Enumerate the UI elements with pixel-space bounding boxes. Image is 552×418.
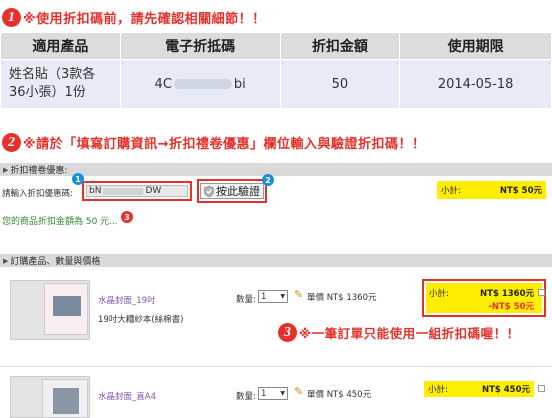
step1-notice: 1 ※使用折扣碼前，請先確認相關細節！！ xyxy=(2,8,266,27)
code-redacted xyxy=(173,79,232,89)
order-section-title: 訂購產品、數量與價格 xyxy=(10,257,101,267)
discount-section-header: ▶ 折扣禮卷優惠: xyxy=(0,163,552,176)
qty-value: 1 xyxy=(261,291,267,302)
qty-label: 數量: xyxy=(236,392,256,402)
chevron-down-icon: ▼ xyxy=(280,390,285,397)
product-subtotal: 小計: NT$ 450元 xyxy=(424,381,534,397)
product-line1: 姓名貼（3款各 xyxy=(9,67,96,82)
marker-3: 3 xyxy=(121,211,133,223)
discount-section-title: 折扣禮卷優惠: xyxy=(10,166,68,176)
pencil-icon[interactable]: ✎ xyxy=(294,288,303,301)
col-header-expiry: 使用期限 xyxy=(399,32,552,60)
verify-button-label: 按此驗證 xyxy=(216,185,260,198)
discount-subtotal-label: 小計: xyxy=(441,186,461,196)
qty-select[interactable]: 1 ▼ xyxy=(258,290,288,303)
col-header-code: 電子折抵碼 xyxy=(119,32,281,60)
coupon-table-header: 適用產品 電子折抵碼 折扣金額 使用期限 xyxy=(0,32,552,60)
product-line2: 36小張）1份 xyxy=(9,85,86,100)
marker-2: 2 xyxy=(262,174,274,186)
verify-button-frame: 按此驗證 xyxy=(197,179,267,203)
subtotal-value: NT$ 450元 xyxy=(481,385,530,395)
discount-result-text: 您的商品折扣金額為 50 元... xyxy=(2,217,118,227)
product-photo xyxy=(53,388,79,414)
product-photo xyxy=(53,296,81,316)
section-arrow-icon: ▶ xyxy=(3,165,9,174)
qty-value: 1 xyxy=(261,388,267,399)
step2-text: ※請於「填寫訂購資訊→折扣禮卷優惠」欄位輸入與驗證折扣碼！！ xyxy=(23,137,426,152)
discount-input-label: 請輸入折扣優惠碼: xyxy=(2,189,73,199)
remove-checkbox[interactable] xyxy=(538,385,545,392)
step2-notice: 2 ※請於「填寫訂購資訊→折扣禮卷優惠」欄位輸入與驗證折扣碼！！ xyxy=(2,133,426,152)
col-header-amount: 折扣金額 xyxy=(279,32,401,60)
input-value-start: bN xyxy=(89,186,102,196)
step3-badge: 3 xyxy=(278,323,297,342)
order-section-header: ▶ 訂購產品、數量與價格 xyxy=(0,254,552,267)
subtotal-label: 小計: xyxy=(428,385,448,395)
code-start: 4C xyxy=(154,76,172,92)
unit-price: 單價 NT$ 1360元 xyxy=(307,293,377,303)
chevron-down-icon: ▼ xyxy=(280,293,285,300)
coupon-table: 適用產品 電子折抵碼 折扣金額 使用期限 姓名貼（3款各 36小張）1份 4C … xyxy=(0,32,552,109)
verify-button[interactable]: 按此驗證 xyxy=(200,183,264,199)
input-redacted xyxy=(103,187,144,195)
unit-price: 單價 NT$ 450元 xyxy=(307,390,372,400)
product-thumbnail[interactable] xyxy=(42,379,88,418)
divider xyxy=(0,366,552,367)
product-price-box: 小計: NT$ 1360元 -NT$ 50元 xyxy=(422,279,546,317)
marker-1: 1 xyxy=(72,173,84,185)
cell-code: 4C bi xyxy=(119,59,281,109)
product-thumbnail[interactable] xyxy=(44,283,88,335)
step1-text: ※使用折扣碼前，請先確認相關細節！！ xyxy=(23,12,266,27)
subtotal-label: 小計: xyxy=(429,289,449,299)
step1-badge: 1 xyxy=(2,8,21,27)
cell-amount: 50 xyxy=(279,59,401,109)
remove-checkbox[interactable] xyxy=(538,289,545,296)
qty-select[interactable]: 1 ▼ xyxy=(258,387,288,400)
pencil-icon[interactable]: ✎ xyxy=(294,385,303,398)
input-value-end: DW xyxy=(145,186,162,196)
subtotal-value: NT$ 1360元 xyxy=(480,289,534,299)
cell-product: 姓名貼（3款各 36小張）1份 xyxy=(0,59,121,109)
col-header-product: 適用產品 xyxy=(0,32,121,60)
table-row: 姓名貼（3款各 36小張）1份 4C bi 50 2014-05-18 xyxy=(0,59,552,109)
cell-expiry: 2014-05-18 xyxy=(399,59,552,109)
qty-label: 數量: xyxy=(236,295,256,305)
product-link[interactable]: 水晶封面_直A4 xyxy=(98,390,156,402)
section-arrow-icon: ▶ xyxy=(3,256,9,265)
discount-value: -NT$ 50元 xyxy=(488,302,534,312)
step3-text: ※一筆訂單只能使用一組折扣碼喔！！ xyxy=(299,326,520,341)
step3-notice: 3 ※一筆訂單只能使用一組折扣碼喔！！ xyxy=(278,323,520,342)
product-link[interactable]: 水晶封面_19吋 xyxy=(98,294,156,306)
code-end: bi xyxy=(233,76,246,92)
shield-check-icon xyxy=(204,185,214,197)
discount-subtotal: 小計: NT$ 50元 xyxy=(437,181,546,199)
product-description: 19吋大糟紗本(絲棉書) xyxy=(98,315,184,325)
discount-subtotal-value: NT$ 50元 xyxy=(499,186,542,196)
step2-badge: 2 xyxy=(2,133,21,152)
discount-code-input[interactable]: bN DW xyxy=(82,181,192,201)
